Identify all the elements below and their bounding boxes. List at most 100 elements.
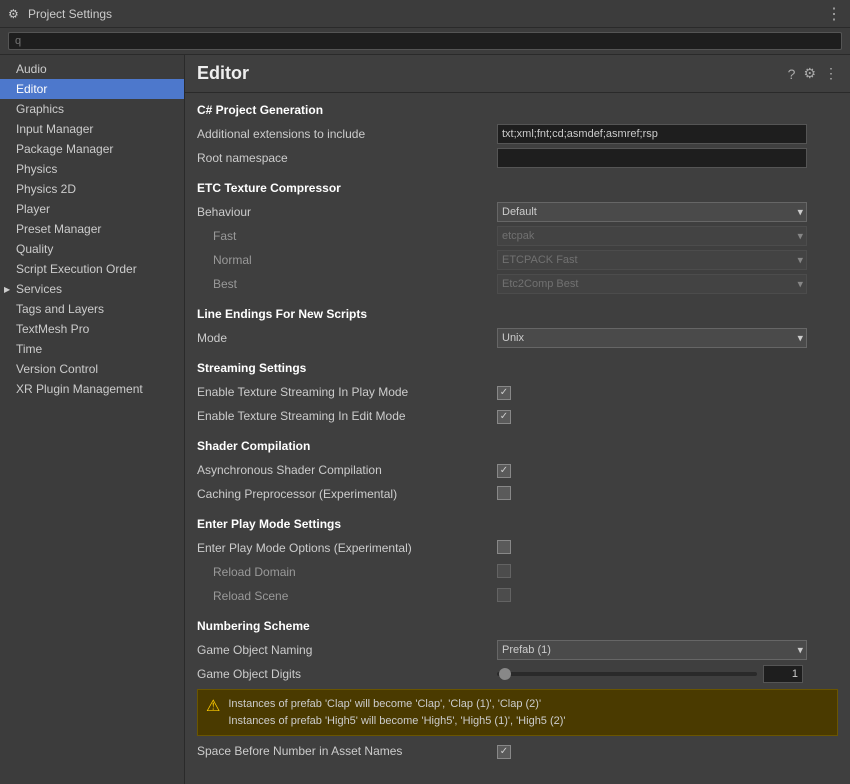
panel-settings-icon[interactable]: ⚙ xyxy=(803,65,816,82)
title-bar-menu-icon[interactable]: ⋮ xyxy=(826,4,842,24)
game-object-digits-slider[interactable] xyxy=(497,672,757,676)
sidebar-item-time[interactable]: Time xyxy=(0,339,184,359)
play-options-checkbox[interactable] xyxy=(497,540,511,554)
game-object-digits-input[interactable] xyxy=(763,665,803,683)
enable-play-checkbox[interactable] xyxy=(497,386,511,400)
warning-box: ⚠ Instances of prefab 'Clap' will become… xyxy=(197,689,838,736)
fast-control: etcpak xyxy=(497,226,807,246)
main-layout: AudioEditorGraphicsInput ManagerPackage … xyxy=(0,55,850,784)
space-before-checkbox[interactable] xyxy=(497,745,511,759)
content-menu-icon[interactable]: ⋮ xyxy=(824,65,838,82)
async-checkbox[interactable] xyxy=(497,464,511,478)
sidebar-item-textmesh-pro[interactable]: TextMesh Pro xyxy=(0,319,184,339)
sidebar-item-xr-plugin-management[interactable]: XR Plugin Management xyxy=(0,379,184,399)
reload-scene-control xyxy=(497,588,838,605)
best-dropdown[interactable]: Etc2Comp Best xyxy=(497,274,807,294)
best-control: Etc2Comp Best xyxy=(497,274,807,294)
normal-row: Normal ETCPACK Fast xyxy=(197,249,838,271)
title-bar: ⚙ Project Settings ⋮ xyxy=(0,0,850,28)
reload-scene-checkbox[interactable] xyxy=(497,588,511,602)
sidebar: AudioEditorGraphicsInput ManagerPackage … xyxy=(0,55,185,784)
sidebar-item-graphics[interactable]: Graphics xyxy=(0,99,184,119)
game-object-naming-row: Game Object Naming Prefab (1) xyxy=(197,639,838,661)
play-mode-section-title: Enter Play Mode Settings xyxy=(197,517,838,531)
behaviour-control: Default xyxy=(497,202,807,222)
reload-scene-row: Reload Scene xyxy=(197,585,838,607)
additional-extensions-input[interactable] xyxy=(497,124,807,144)
csharp-section-title: C# Project Generation xyxy=(197,103,838,117)
enable-edit-control xyxy=(497,408,838,424)
content-scroll: C# Project Generation Additional extensi… xyxy=(185,93,850,784)
mode-control: Unix xyxy=(497,328,807,348)
additional-extensions-row: Additional extensions to include xyxy=(197,123,838,145)
async-control xyxy=(497,462,838,478)
content-title: Editor xyxy=(197,63,788,84)
search-bar xyxy=(0,28,850,55)
sidebar-item-preset-manager[interactable]: Preset Manager xyxy=(0,219,184,239)
game-object-digits-control xyxy=(497,665,838,683)
sidebar-item-version-control[interactable]: Version Control xyxy=(0,359,184,379)
space-before-label: Space Before Number in Asset Names xyxy=(197,744,497,758)
play-options-row: Enter Play Mode Options (Experimental) xyxy=(197,537,838,559)
reload-domain-checkbox[interactable] xyxy=(497,564,511,578)
game-object-naming-dropdown[interactable]: Prefab (1) xyxy=(497,640,807,660)
play-options-control xyxy=(497,540,838,557)
reload-domain-label: Reload Domain xyxy=(197,565,497,579)
content-header: Editor ? ⚙ ⋮ xyxy=(185,55,850,93)
content-area: Editor ? ⚙ ⋮ C# Project Generation Addit… xyxy=(185,55,850,784)
game-object-naming-label: Game Object Naming xyxy=(197,643,497,657)
sidebar-item-quality[interactable]: Quality xyxy=(0,239,184,259)
sidebar-item-editor[interactable]: Editor xyxy=(0,79,184,99)
play-options-label: Enter Play Mode Options (Experimental) xyxy=(197,541,497,555)
numbering-section-title: Numbering Scheme xyxy=(197,619,838,633)
sidebar-item-physics[interactable]: Physics xyxy=(0,159,184,179)
best-row: Best Etc2Comp Best xyxy=(197,273,838,295)
sidebar-item-services[interactable]: Services xyxy=(0,279,184,299)
sidebar-item-package-manager[interactable]: Package Manager xyxy=(0,139,184,159)
help-icon[interactable]: ? xyxy=(788,66,796,82)
mode-row: Mode Unix xyxy=(197,327,838,349)
sidebar-item-input-manager[interactable]: Input Manager xyxy=(0,119,184,139)
behaviour-label: Behaviour xyxy=(197,205,497,219)
etc-section-title: ETC Texture Compressor xyxy=(197,181,838,195)
best-label: Best xyxy=(197,277,497,291)
header-icons: ? ⚙ ⋮ xyxy=(788,65,838,82)
line-endings-section-title: Line Endings For New Scripts xyxy=(197,307,838,321)
sidebar-item-tags-and-layers[interactable]: Tags and Layers xyxy=(0,299,184,319)
sidebar-item-physics-2d[interactable]: Physics 2D xyxy=(0,179,184,199)
mode-dropdown[interactable]: Unix xyxy=(497,328,807,348)
settings-icon: ⚙ xyxy=(8,7,22,21)
warning-text: Instances of prefab 'Clap' will become '… xyxy=(228,696,565,729)
fast-dropdown[interactable]: etcpak xyxy=(497,226,807,246)
space-before-control xyxy=(497,743,838,759)
sidebar-item-script-execution-order[interactable]: Script Execution Order xyxy=(0,259,184,279)
behaviour-dropdown[interactable]: Default xyxy=(497,202,807,222)
sidebar-item-player[interactable]: Player xyxy=(0,199,184,219)
additional-extensions-control xyxy=(497,124,838,144)
search-input[interactable] xyxy=(8,32,842,50)
shader-section-title: Shader Compilation xyxy=(197,439,838,453)
reload-scene-label: Reload Scene xyxy=(197,589,497,603)
game-object-naming-control: Prefab (1) xyxy=(497,640,807,660)
fast-label: Fast xyxy=(197,229,497,243)
space-before-row: Space Before Number in Asset Names xyxy=(197,740,838,762)
caching-checkbox[interactable] xyxy=(497,486,511,500)
async-label: Asynchronous Shader Compilation xyxy=(197,463,497,477)
enable-edit-checkbox[interactable] xyxy=(497,410,511,424)
additional-extensions-label: Additional extensions to include xyxy=(197,127,497,141)
sidebar-item-audio[interactable]: Audio xyxy=(0,59,184,79)
reload-domain-control xyxy=(497,564,838,581)
caching-row: Caching Preprocessor (Experimental) xyxy=(197,483,838,505)
root-namespace-label: Root namespace xyxy=(197,151,497,165)
root-namespace-input[interactable] xyxy=(497,148,807,168)
fast-row: Fast etcpak xyxy=(197,225,838,247)
game-object-digits-row: Game Object Digits xyxy=(197,663,838,685)
enable-edit-row: Enable Texture Streaming In Edit Mode xyxy=(197,405,838,427)
game-object-digits-label: Game Object Digits xyxy=(197,667,497,681)
root-namespace-row: Root namespace xyxy=(197,147,838,169)
normal-dropdown[interactable]: ETCPACK Fast xyxy=(497,250,807,270)
reload-domain-row: Reload Domain xyxy=(197,561,838,583)
normal-control: ETCPACK Fast xyxy=(497,250,807,270)
title-bar-title: Project Settings xyxy=(28,7,112,21)
mode-label: Mode xyxy=(197,331,497,345)
